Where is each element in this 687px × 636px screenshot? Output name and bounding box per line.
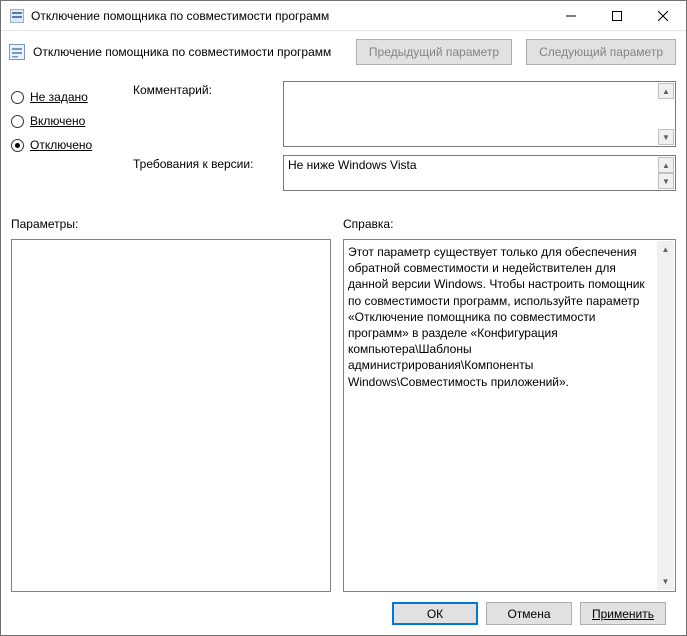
scroll-down-icon[interactable]: ▼ xyxy=(658,129,674,145)
version-textarea: Не ниже Windows Vista ▲ ▼ xyxy=(283,155,676,191)
scroll-down-icon[interactable]: ▼ xyxy=(658,173,674,189)
window-controls xyxy=(548,1,686,30)
previous-setting-button[interactable]: Предыдущий параметр xyxy=(356,39,512,65)
scroll-up-icon[interactable]: ▲ xyxy=(658,83,674,99)
state-radio-group: Не задано Включено Отключено xyxy=(11,81,121,199)
close-button[interactable] xyxy=(640,1,686,30)
parameters-content xyxy=(16,244,310,587)
top-grid: Не задано Включено Отключено Комментарий… xyxy=(11,81,676,199)
apply-label: Применить xyxy=(592,607,654,621)
comment-row: Комментарий: ▲ ▼ xyxy=(133,81,676,147)
policy-icon xyxy=(9,44,25,60)
parameters-label: Параметры: xyxy=(11,217,331,231)
content-area: Не задано Включено Отключено Комментарий… xyxy=(1,73,686,635)
policy-editor-window: Отключение помощника по совместимости пр… xyxy=(0,0,687,636)
version-row: Требования к версии: Не ниже Windows Vis… xyxy=(133,155,676,191)
scrollbar[interactable]: ▲ ▼ xyxy=(657,241,674,590)
panels-labels: Параметры: Справка: xyxy=(11,217,676,231)
help-label: Справка: xyxy=(343,217,393,231)
radio-enabled[interactable]: Включено xyxy=(11,109,121,133)
apply-button[interactable]: Применить xyxy=(580,602,666,625)
version-label: Требования к версии: xyxy=(133,155,283,191)
window-title: Отключение помощника по совместимости пр… xyxy=(31,9,548,23)
scroll-up-icon[interactable]: ▲ xyxy=(658,157,674,173)
comment-label: Комментарий: xyxy=(133,81,283,147)
parameters-panel xyxy=(11,239,331,592)
dialog-footer: ОК Отмена Применить xyxy=(11,592,676,635)
radio-disabled[interactable]: Отключено xyxy=(11,133,121,157)
radio-not-configured[interactable]: Не задано xyxy=(11,85,121,109)
radio-label: Не задано xyxy=(30,90,88,104)
help-text: Этот параметр существует только для обес… xyxy=(348,244,655,587)
header-title: Отключение помощника по совместимости пр… xyxy=(33,45,348,59)
panels-row: Этот параметр существует только для обес… xyxy=(11,239,676,592)
version-value: Не ниже Windows Vista xyxy=(288,158,657,188)
help-panel: Этот параметр существует только для обес… xyxy=(343,239,676,592)
scroll-down-icon[interactable]: ▼ xyxy=(657,573,674,590)
radio-icon xyxy=(11,139,24,152)
minimize-button[interactable] xyxy=(548,1,594,30)
titlebar: Отключение помощника по совместимости пр… xyxy=(1,1,686,31)
next-setting-button[interactable]: Следующий параметр xyxy=(526,39,676,65)
comment-value xyxy=(288,84,657,144)
radio-label: Включено xyxy=(30,114,85,128)
radio-icon xyxy=(11,115,24,128)
maximize-button[interactable] xyxy=(594,1,640,30)
fields-column: Комментарий: ▲ ▼ Требования к версии: Не… xyxy=(133,81,676,199)
app-icon xyxy=(9,8,25,24)
comment-textarea[interactable]: ▲ ▼ xyxy=(283,81,676,147)
header-row: Отключение помощника по совместимости пр… xyxy=(1,31,686,73)
radio-label: Отключено xyxy=(30,138,92,152)
cancel-button[interactable]: Отмена xyxy=(486,602,572,625)
radio-icon xyxy=(11,91,24,104)
scroll-up-icon[interactable]: ▲ xyxy=(657,241,674,258)
ok-button[interactable]: ОК xyxy=(392,602,478,625)
